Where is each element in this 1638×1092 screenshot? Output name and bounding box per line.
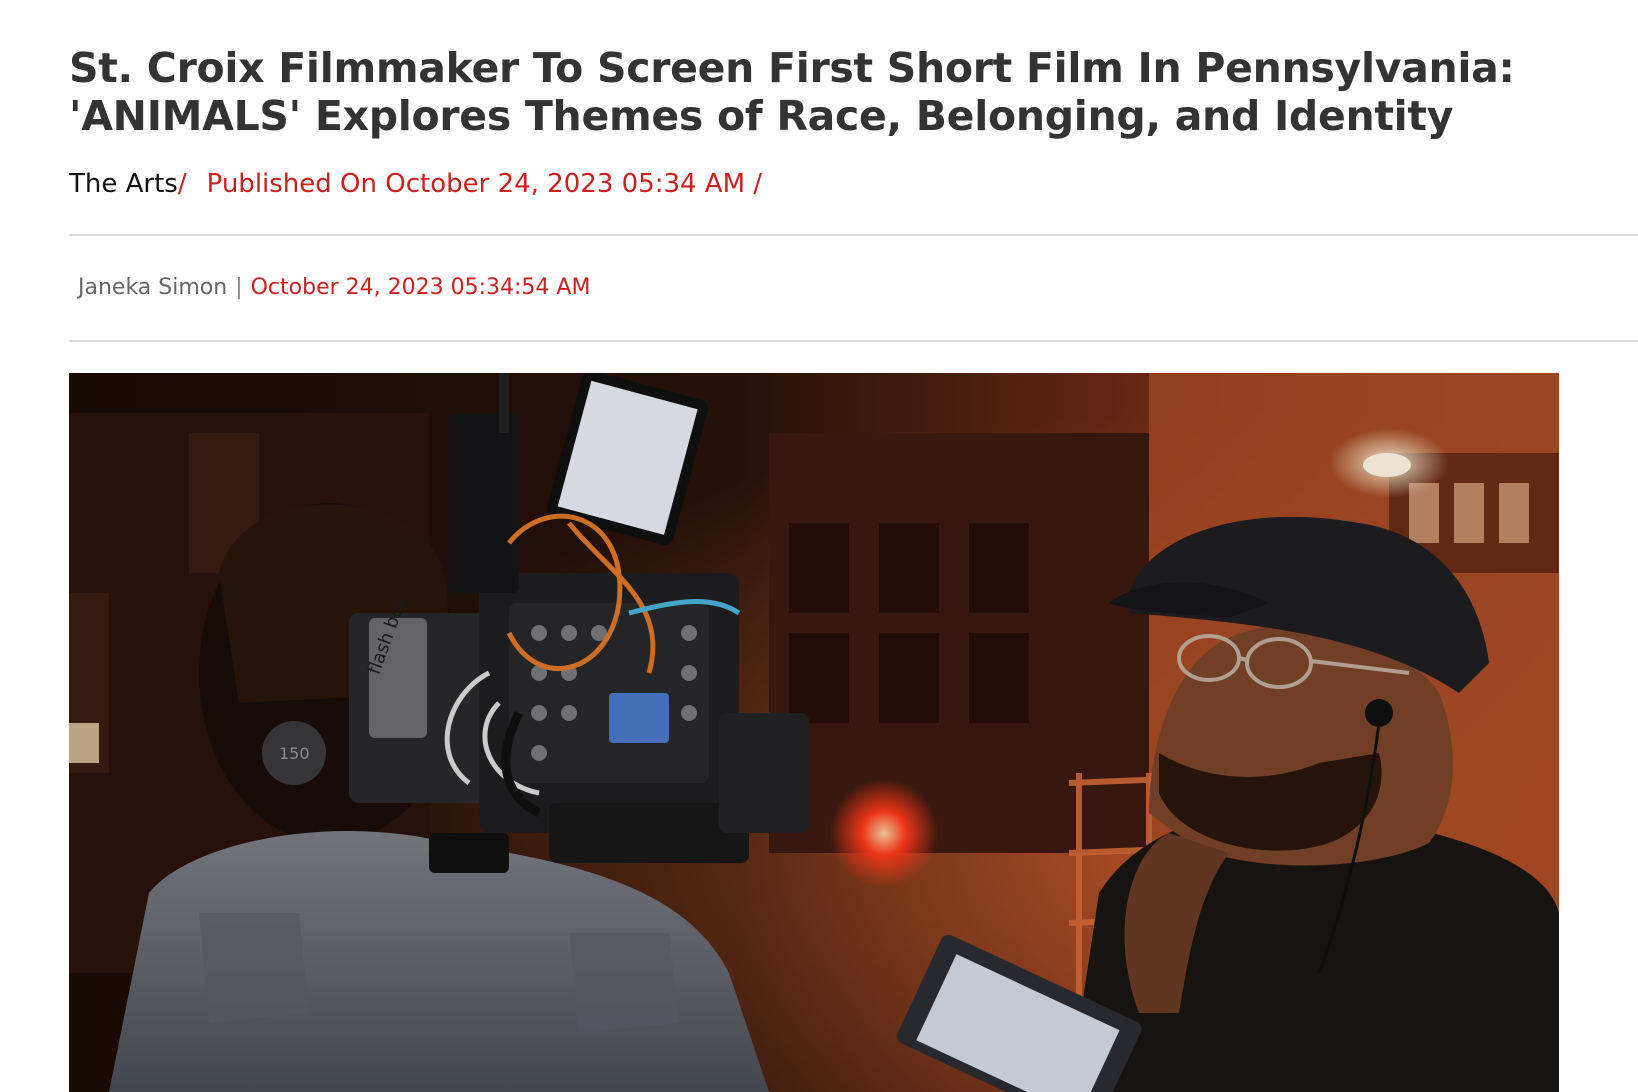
divider-top xyxy=(69,234,1638,236)
byline-separator: | xyxy=(235,275,243,300)
meta-separator: / xyxy=(177,169,187,199)
author-link[interactable]: Janeka Simon xyxy=(78,275,227,300)
hero-image: flash box 150 xyxy=(69,373,1559,1092)
category-link[interactable]: The Arts xyxy=(69,169,178,199)
article-title: St. Croix Filmmaker To Screen First Shor… xyxy=(69,44,1515,140)
divider-bottom xyxy=(69,340,1638,342)
article-meta: The Arts/ Published On October 24, 2023 0… xyxy=(69,166,762,202)
published-date: Published On October 24, 2023 05:34 AM / xyxy=(206,169,763,199)
byline: Janeka Simon | October 24, 2023 05:34:54 A… xyxy=(78,272,590,304)
byline-date: October 24, 2023 05:34:54 AM xyxy=(250,275,591,300)
